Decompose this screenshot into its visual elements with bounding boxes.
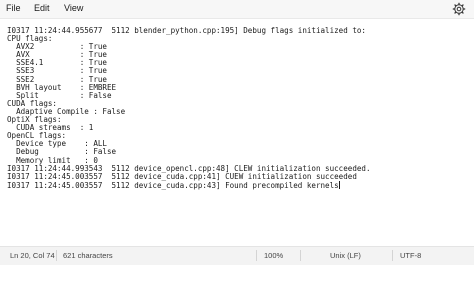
zoom-level[interactable]: 100% (264, 251, 283, 260)
text-caret (338, 180, 340, 189)
cursor-position[interactable]: Ln 20, Col 74 (10, 251, 55, 260)
gear-icon[interactable] (452, 2, 466, 16)
editor-text[interactable]: I0317 11:24:44.955677 5112 blender_pytho… (7, 26, 371, 190)
editor-line: I0317 11:24:44.955677 5112 blender_pytho… (7, 26, 366, 35)
menu-edit[interactable]: Edit (34, 3, 50, 13)
editor-line: I0317 11:24:45.003557 5112 device_cuda.c… (7, 171, 357, 181)
status-divider (392, 250, 393, 261)
status-divider (56, 250, 57, 261)
status-divider (300, 250, 301, 261)
character-count: 621 characters (63, 251, 113, 260)
encoding[interactable]: UTF-8 (400, 251, 421, 260)
editor-line: I0317 11:24:45.003557 5112 device_cuda.c… (7, 180, 339, 190)
menu-file[interactable]: File (6, 3, 21, 13)
text-editor[interactable]: I0317 11:24:44.955677 5112 blender_pytho… (0, 18, 474, 247)
menu-bar: File Edit View (0, 0, 474, 18)
menu-view[interactable]: View (64, 3, 83, 13)
status-bar: Ln 20, Col 74 621 characters 100% Unix (… (0, 246, 474, 265)
window-bottom (0, 265, 474, 294)
status-divider (256, 250, 257, 261)
line-ending[interactable]: Unix (LF) (330, 251, 361, 260)
